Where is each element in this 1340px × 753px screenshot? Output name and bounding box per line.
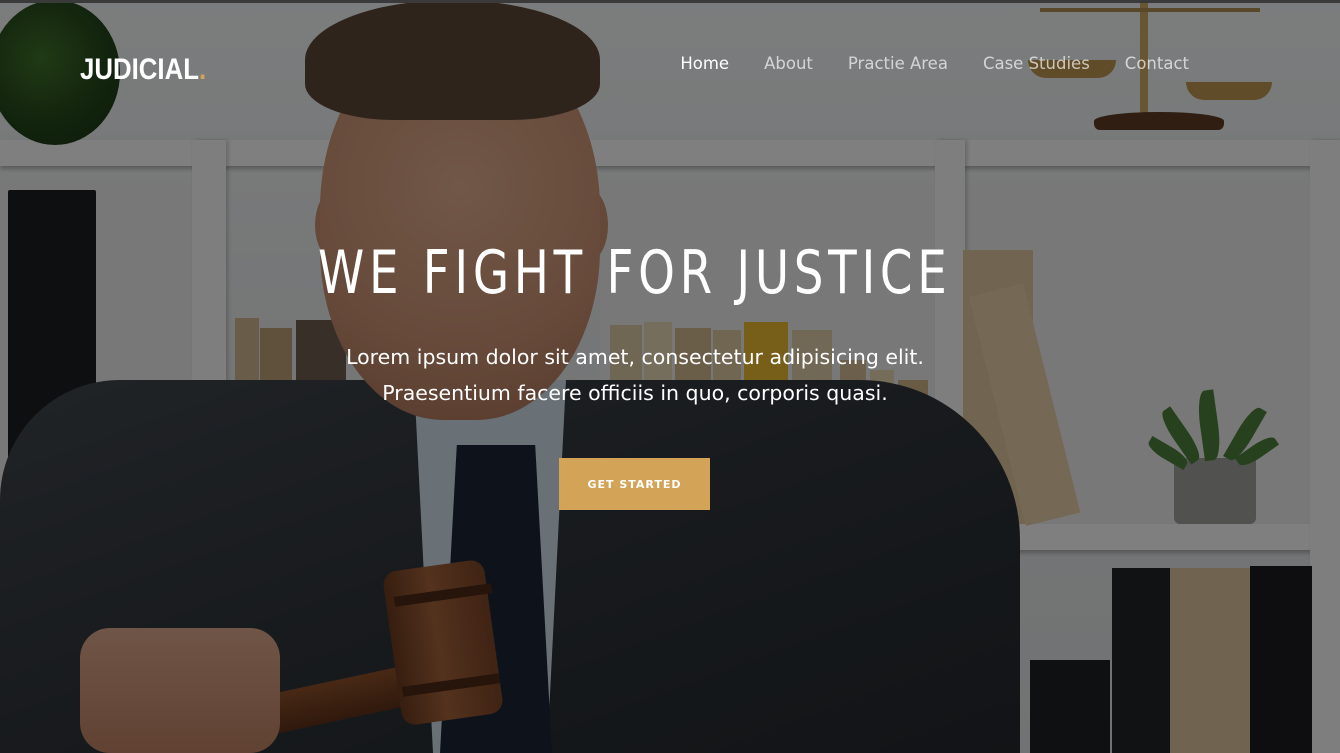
hero-subtitle-line-1: Lorem ipsum dolor sit amet, consectetur …	[346, 345, 924, 369]
hero-section: JUDICIAL. Home About Practie Area Case S…	[0, 0, 1340, 753]
brand-dot: .	[198, 53, 207, 86]
nav-link-case-studies[interactable]: Case Studies	[983, 54, 1090, 73]
top-strip	[0, 0, 1340, 3]
brand-logo[interactable]: JUDICIAL.	[80, 53, 206, 87]
nav-link-home[interactable]: Home	[680, 54, 729, 73]
hero-subtitle-line-2: Praesentium facere officiis in quo, corp…	[382, 381, 888, 405]
nav-link-contact[interactable]: Contact	[1125, 54, 1189, 73]
nav-link-practice-area[interactable]: Practie Area	[848, 54, 948, 73]
hero-title: WE FIGHT FOR JUSTICE	[318, 238, 952, 308]
brand-name: JUDICIAL	[80, 53, 199, 86]
main-navigation: Home About Practie Area Case Studies Con…	[680, 54, 1189, 73]
get-started-button[interactable]: GET STARTED	[559, 458, 710, 510]
nav-link-about[interactable]: About	[764, 54, 813, 73]
hero-subtitle: Lorem ipsum dolor sit amet, consectetur …	[0, 339, 1270, 411]
